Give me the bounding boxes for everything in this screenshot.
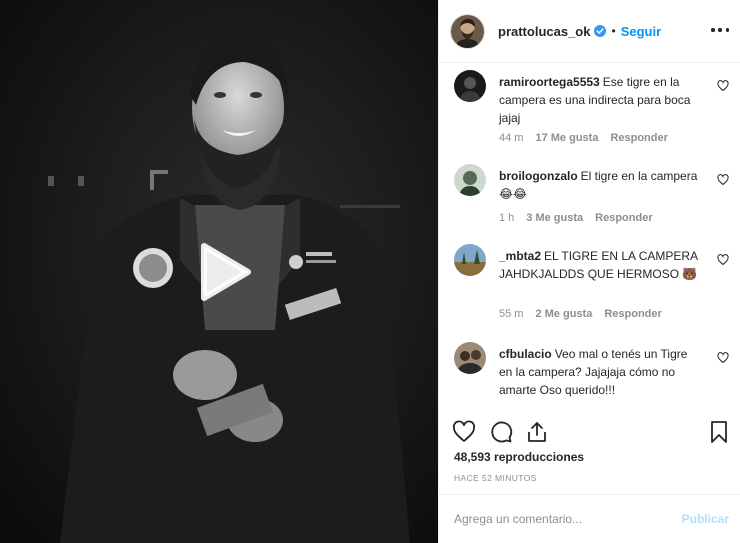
author-username[interactable]: prattolucas_ok [498, 24, 590, 39]
play-button[interactable] [186, 236, 258, 308]
comment-time[interactable]: 55 m [499, 308, 523, 320]
heart-icon[interactable] [717, 80, 729, 92]
comment-meta: 55 m 2 Me gusta Responder [499, 308, 674, 320]
post-actions [439, 414, 740, 450]
comment-likes[interactable]: 17 Me gusta [535, 132, 598, 144]
comment-time[interactable]: 1 h [499, 212, 514, 224]
comment-username[interactable]: _mbta2 [499, 249, 541, 263]
reply-button[interactable]: Responder [604, 308, 661, 320]
verified-badge-icon [594, 25, 607, 37]
comment-item: cfbulacio Veo mal o tenés un Tigre en la … [454, 342, 729, 412]
publish-button[interactable]: Publicar [682, 512, 729, 526]
comment-text: cfbulacio Veo mal o tenés un Tigre en la … [499, 345, 704, 399]
comment-time[interactable]: 44 m [499, 132, 523, 144]
reply-button[interactable]: Responder [610, 132, 667, 144]
post-header: prattolucas_ok • Seguir [439, 0, 740, 63]
video-player[interactable] [0, 0, 438, 543]
post-timestamp[interactable]: hace 52 minutos [454, 473, 537, 483]
comment-item: ramiroortega5553 Ese tigre en la campera … [454, 70, 729, 150]
comment-text: broilogonzalo El tigre en la campera 😂😂 [499, 167, 704, 203]
heart-icon[interactable] [717, 254, 729, 266]
commenter-avatar[interactable] [454, 164, 486, 196]
share-icon[interactable] [525, 420, 549, 444]
post-side-panel: prattolucas_ok • Seguir ramiroortega5553… [438, 0, 740, 543]
comment-likes[interactable]: 2 Me gusta [535, 308, 592, 320]
comment-likes[interactable]: 3 Me gusta [526, 212, 583, 224]
follow-button[interactable]: Seguir [621, 24, 661, 39]
comment-text: _mbta2 EL TIGRE EN LA CAMPERA JAHDKJALDDS… [499, 247, 704, 283]
commenter-avatar[interactable] [454, 244, 486, 276]
heart-icon[interactable] [452, 420, 476, 444]
comment-input[interactable] [454, 512, 682, 526]
comment-meta: 1 h 3 Me gusta Responder [499, 212, 665, 224]
comment-username[interactable]: cfbulacio [499, 347, 552, 361]
commenter-avatar[interactable] [454, 342, 486, 374]
comment-username[interactable]: ramiroortega5553 [499, 75, 600, 89]
comment-text: ramiroortega5553 Ese tigre en la campera … [499, 73, 704, 127]
play-icon [201, 243, 251, 301]
separator-dot: • [611, 24, 616, 38]
heart-icon[interactable] [717, 174, 729, 186]
comment-username[interactable]: broilogonzalo [499, 169, 578, 183]
view-count[interactable]: 48,593 reproducciones [454, 450, 584, 464]
comments-list: ramiroortega5553 Ese tigre en la campera … [439, 64, 740, 414]
commenter-avatar[interactable] [454, 70, 486, 102]
comment-item: broilogonzalo El tigre en la campera 😂😂 1… [454, 164, 729, 234]
comment-meta: 44 m 17 Me gusta Responder [499, 132, 680, 144]
author-avatar[interactable] [451, 14, 484, 48]
bookmark-icon[interactable] [707, 420, 731, 444]
more-options-icon[interactable] [711, 21, 729, 39]
add-comment-bar: Publicar [439, 494, 740, 543]
comment-icon[interactable] [489, 420, 513, 444]
reply-button[interactable]: Responder [595, 212, 652, 224]
heart-icon[interactable] [717, 352, 729, 364]
comment-item: _mbta2 EL TIGRE EN LA CAMPERA JAHDKJALDDS… [454, 244, 729, 324]
